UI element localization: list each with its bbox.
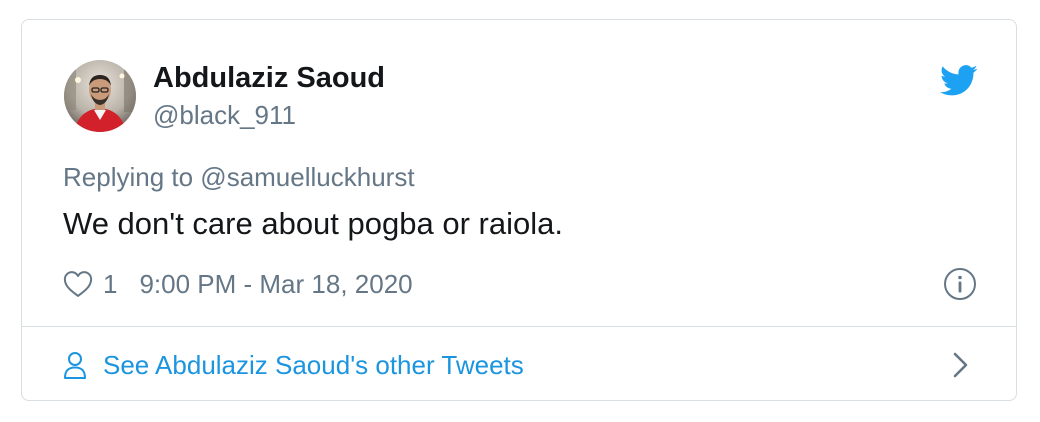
avatar-image <box>64 60 136 132</box>
avatar[interactable] <box>64 60 136 132</box>
info-icon[interactable] <box>943 267 977 301</box>
tweet-text: We don't care about pogba or raiola. <box>63 206 563 241</box>
like-count: 1 <box>103 268 118 299</box>
chevron-right-icon[interactable] <box>952 350 970 380</box>
person-icon <box>64 352 86 379</box>
see-other-tweets-link[interactable]: See Abdulaziz Saoud's other Tweets <box>63 346 524 384</box>
twitter-bird-icon[interactable] <box>940 64 978 98</box>
heart-icon[interactable] <box>63 270 93 298</box>
author-name[interactable]: Abdulaziz Saoud <box>153 60 385 96</box>
tweet-meta: 1 9:00 PM - Mar 18, 2020 <box>63 267 413 301</box>
tweet-timestamp[interactable]: 9:00 PM - Mar 18, 2020 <box>139 269 412 300</box>
author-handle[interactable]: @black_911 <box>153 98 296 132</box>
see-other-tweets-label[interactable]: See Abdulaziz Saoud's other Tweets <box>103 350 524 381</box>
embedded-tweet-card: Abdulaziz Saoud @black_911 Replying to @… <box>21 19 1017 401</box>
replying-to-label[interactable]: Replying to @samuelluckhurst <box>63 160 415 194</box>
divider <box>22 326 1016 327</box>
